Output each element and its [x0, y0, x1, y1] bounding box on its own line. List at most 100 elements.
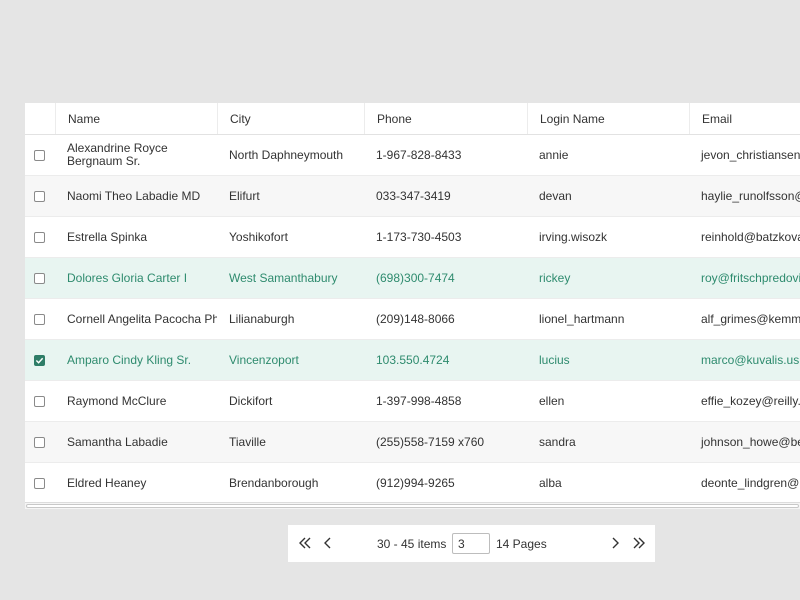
- cell-phone: (209)148-8066: [364, 299, 527, 339]
- page-items-info: 30 - 45 items: [377, 537, 447, 551]
- table-row[interactable]: Samantha Labadie Tiaville (255)558-7159 x7…: [25, 422, 800, 463]
- row-checkbox[interactable]: [34, 354, 45, 366]
- row-checkbox[interactable]: [34, 477, 45, 489]
- cell-text: Naomi Theo Labadie MD: [67, 189, 201, 203]
- horizontal-scrollbar[interactable]: [25, 502, 800, 509]
- cell-text: Elifurt: [229, 189, 260, 203]
- cell-text: 1-967-828-8433: [376, 148, 462, 162]
- cell-name: Cornell Angelita Pacocha PhD: [55, 299, 217, 339]
- cell-name: Estrella Spinka: [55, 217, 217, 257]
- column-header-name[interactable]: Name: [55, 103, 217, 134]
- column-header-label: Name: [68, 111, 101, 126]
- cell-text: (209)148-8066: [376, 312, 455, 326]
- row-checkbox[interactable]: [34, 395, 45, 407]
- cell-text: marco@kuvalis.us: [701, 353, 800, 367]
- cell-text: irving.wisozk: [539, 230, 608, 244]
- cell-text: ellen: [539, 394, 565, 408]
- cell-name: Alexandrine Royce Bergnaum Sr.: [55, 135, 217, 175]
- scrollbar-thumb[interactable]: [26, 504, 799, 508]
- cell-email: marco@kuvalis.us: [689, 340, 800, 380]
- cell-text: Samantha Labadie: [67, 435, 168, 449]
- cell-text: rickey: [539, 271, 571, 285]
- table-row[interactable]: Naomi Theo Labadie MD Elifurt 033-347-3419…: [25, 176, 800, 217]
- row-checkbox[interactable]: [34, 436, 45, 448]
- cell-text: 1-397-998-4858: [376, 394, 462, 408]
- cell-text: Raymond McClure: [67, 394, 167, 408]
- cell-login-name: annie: [527, 135, 689, 175]
- column-header-label: Login Name: [540, 111, 605, 126]
- cell-city: North Daphneymouth: [217, 135, 364, 175]
- data-grid: Name City Phone Login Name Email Alexand…: [25, 103, 800, 509]
- cell-text: roy@fritschpredovic: [701, 271, 800, 285]
- total-pages-label: 14 Pages: [496, 537, 547, 551]
- row-checkbox[interactable]: [34, 149, 45, 161]
- cell-text: devan: [539, 189, 572, 203]
- cell-text: (912)994-9265: [376, 476, 455, 490]
- cell-text: alba: [539, 476, 562, 490]
- cell-text: Dolores Gloria Carter I: [67, 271, 188, 285]
- cell-text: lionel_hartmann: [539, 312, 625, 326]
- page-number-input[interactable]: [452, 533, 490, 554]
- cell-text: effie_kozey@reilly.i: [701, 394, 800, 408]
- table-row[interactable]: Eldred Heaney Brendanborough (912)994-9265…: [25, 463, 800, 504]
- table-row[interactable]: Estrella Spinka Yoshikofort 1-173-730-4503…: [25, 217, 800, 258]
- cell-name: Amparo Cindy Kling Sr.: [55, 340, 217, 380]
- table-row[interactable]: Amparo Cindy Kling Sr. Vincenzoport 103.55…: [25, 340, 800, 381]
- row-checkbox[interactable]: [34, 313, 45, 325]
- cell-text: Alexandrine Royce Bergnaum Sr.: [67, 141, 168, 168]
- cell-text: 103.550.4724: [376, 353, 450, 367]
- cell-phone: 1-397-998-4858: [364, 381, 527, 421]
- cell-text: Lilianaburgh: [229, 312, 295, 326]
- cell-text: haylie_runolfsson@: [701, 189, 800, 203]
- cell-login-name: devan: [527, 176, 689, 216]
- grid-header-row: Name City Phone Login Name Email: [25, 103, 800, 135]
- double-chevron-right-icon[interactable]: [631, 535, 647, 551]
- cell-phone: 1-967-828-8433: [364, 135, 527, 175]
- cell-text: 1-173-730-4503: [376, 230, 462, 244]
- cell-city: West Samanthabury: [217, 258, 364, 298]
- column-header-phone[interactable]: Phone: [364, 103, 527, 134]
- cell-email: johnson_howe@be: [689, 422, 800, 462]
- cell-email: effie_kozey@reilly.i: [689, 381, 800, 421]
- column-header-label: City: [230, 111, 251, 126]
- cell-phone: (698)300-7474: [364, 258, 527, 298]
- cell-text: johnson_howe@be: [701, 435, 800, 449]
- cell-city: Yoshikofort: [217, 217, 364, 257]
- cell-city: Brendanborough: [217, 463, 364, 503]
- column-header-city[interactable]: City: [217, 103, 364, 134]
- table-row[interactable]: Raymond McClure Dickifort 1-397-998-4858 el…: [25, 381, 800, 422]
- table-row[interactable]: Cornell Angelita Pacocha PhD Lilianaburgh…: [25, 299, 800, 340]
- cell-name: Samantha Labadie: [55, 422, 217, 462]
- pagination-bar: 30 - 45 items 14 Pages: [288, 525, 655, 562]
- chevron-right-icon[interactable]: [607, 535, 623, 551]
- cell-text: 033-347-3419: [376, 189, 451, 203]
- cell-phone: 033-347-3419: [364, 176, 527, 216]
- cell-text: Eldred Heaney: [67, 476, 147, 490]
- cell-name: Dolores Gloria Carter I: [55, 258, 217, 298]
- table-row[interactable]: Alexandrine Royce Bergnaum Sr. North Daph…: [25, 135, 800, 176]
- cell-login-name: sandra: [527, 422, 689, 462]
- chevron-left-icon[interactable]: [320, 535, 336, 551]
- header-select-cell: [25, 103, 55, 134]
- row-checkbox[interactable]: [34, 231, 45, 243]
- cell-text: sandra: [539, 435, 576, 449]
- cell-email: roy@fritschpredovic: [689, 258, 800, 298]
- column-header-email[interactable]: Email: [689, 103, 800, 134]
- table-row[interactable]: Dolores Gloria Carter I West Samanthabury…: [25, 258, 800, 299]
- column-header-label: Phone: [377, 111, 412, 126]
- column-header-login-name[interactable]: Login Name: [527, 103, 689, 134]
- cell-text: Brendanborough: [229, 476, 319, 490]
- row-checkbox[interactable]: [34, 272, 45, 284]
- cell-text: Cornell Angelita Pacocha PhD: [67, 312, 217, 326]
- row-checkbox[interactable]: [34, 190, 45, 202]
- cell-city: Lilianaburgh: [217, 299, 364, 339]
- cell-city: Tiaville: [217, 422, 364, 462]
- cell-city: Elifurt: [217, 176, 364, 216]
- cell-text: annie: [539, 148, 569, 162]
- cell-email: jevon_christiansen@: [689, 135, 800, 175]
- double-chevron-left-icon[interactable]: [297, 535, 313, 551]
- cell-text: North Daphneymouth: [229, 148, 344, 162]
- cell-text: Estrella Spinka: [67, 230, 148, 244]
- cell-login-name: lucius: [527, 340, 689, 380]
- cell-text: Tiaville: [229, 435, 266, 449]
